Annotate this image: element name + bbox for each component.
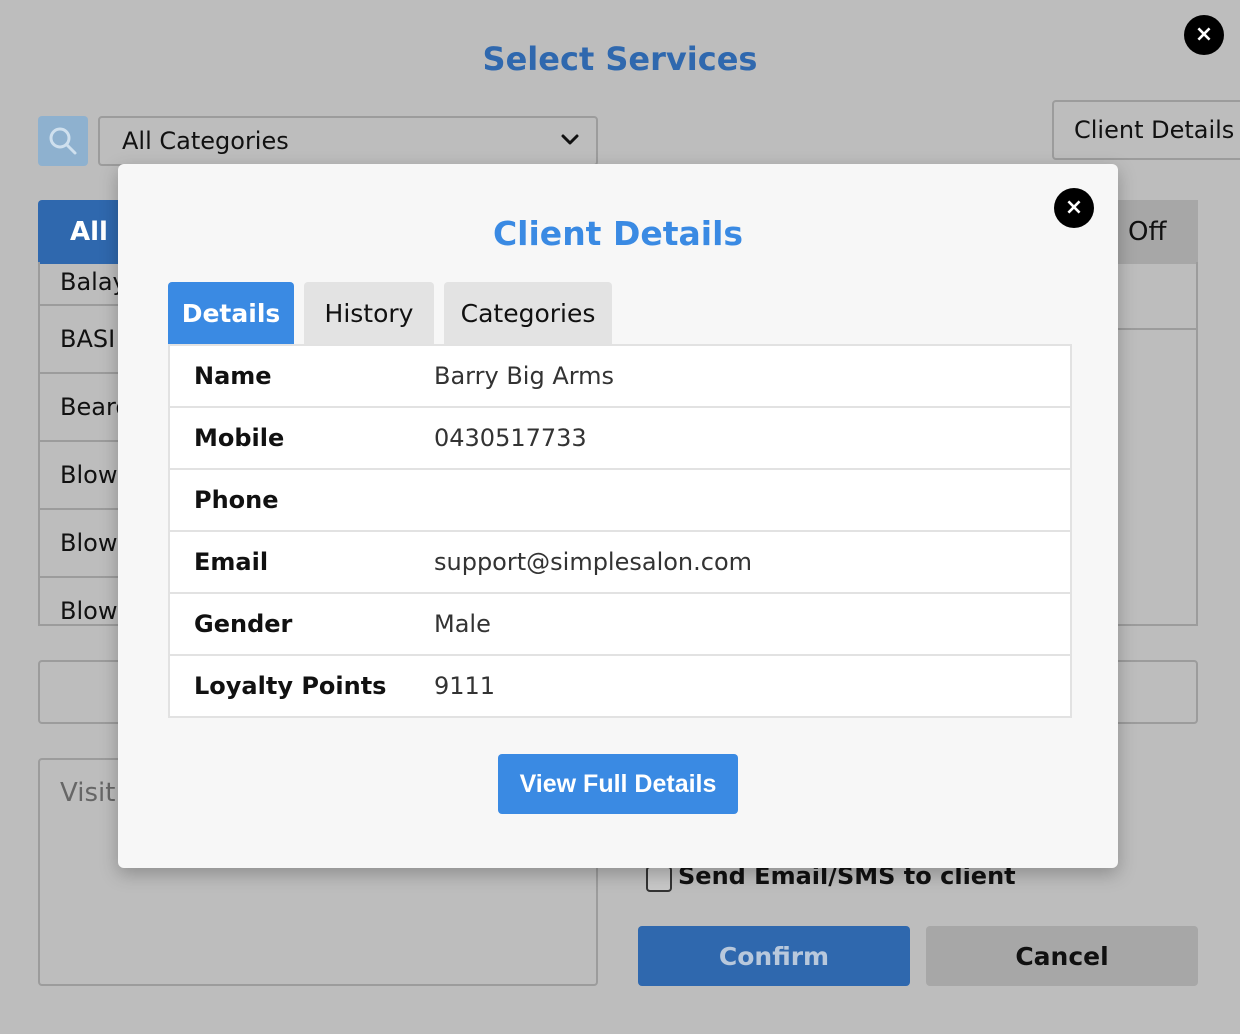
table-row: Name Barry Big Arms bbox=[170, 346, 1070, 408]
cancel-button[interactable]: Cancel bbox=[926, 926, 1198, 986]
search-button[interactable] bbox=[38, 116, 88, 166]
table-row: Mobile 0430517733 bbox=[170, 408, 1070, 470]
page-title: Select Services bbox=[482, 40, 758, 78]
service-list: Balay BASI Beard Blow Blow Blow bbox=[38, 262, 128, 626]
modal-title: Client Details bbox=[492, 214, 744, 253]
table-row: Loyalty Points 9111 bbox=[170, 656, 1070, 716]
send-email-checkbox[interactable] bbox=[646, 866, 672, 892]
tab-details[interactable]: Details bbox=[168, 282, 294, 344]
list-item[interactable]: Beard bbox=[40, 374, 128, 442]
client-details-modal: × Client Details Details History Categor… bbox=[118, 164, 1118, 868]
list-item[interactable]: Blow bbox=[40, 442, 128, 510]
row-label: Loyalty Points bbox=[194, 672, 387, 700]
client-details-button[interactable]: Client Details bbox=[1052, 100, 1240, 160]
list-item[interactable]: Blow bbox=[40, 510, 128, 578]
page-close-button[interactable]: × bbox=[1184, 15, 1224, 55]
tab-history[interactable]: History bbox=[304, 282, 434, 344]
row-value: Barry Big Arms bbox=[434, 362, 615, 390]
view-full-details-button[interactable]: View Full Details bbox=[498, 754, 738, 814]
row-label: Gender bbox=[194, 610, 293, 638]
row-value: 0430517733 bbox=[434, 424, 587, 452]
list-item[interactable]: Blow bbox=[40, 578, 128, 624]
category-select-value: All Categories bbox=[122, 127, 289, 155]
close-icon: × bbox=[1194, 22, 1214, 47]
list-item[interactable]: Balay bbox=[40, 262, 128, 306]
selected-services-panel bbox=[1110, 262, 1198, 626]
list-item[interactable]: BASI bbox=[40, 306, 128, 374]
tab-categories[interactable]: Categories bbox=[444, 282, 612, 344]
tab-off[interactable]: Off bbox=[1110, 200, 1198, 264]
confirm-button[interactable]: Confirm bbox=[638, 926, 910, 986]
table-row: Phone bbox=[170, 470, 1070, 532]
modal-tabs: Details History Categories bbox=[168, 282, 612, 344]
table-row: Gender Male bbox=[170, 594, 1070, 656]
row-value: 9111 bbox=[434, 672, 496, 700]
tab-all[interactable]: All bbox=[38, 200, 128, 264]
row-value: support@simplesalon.com bbox=[434, 548, 753, 576]
row-label: Name bbox=[194, 362, 272, 390]
row-label: Mobile bbox=[194, 424, 285, 452]
row-label: Phone bbox=[194, 486, 279, 514]
category-select[interactable]: All Categories bbox=[98, 116, 598, 166]
row-label: Email bbox=[194, 548, 269, 576]
row-value: Male bbox=[434, 610, 491, 638]
search-icon bbox=[49, 127, 77, 155]
client-details-table: Name Barry Big Arms Mobile 0430517733 Ph… bbox=[168, 344, 1072, 718]
table-row: Email support@simplesalon.com bbox=[170, 532, 1070, 594]
chevron-down-icon bbox=[561, 134, 579, 145]
